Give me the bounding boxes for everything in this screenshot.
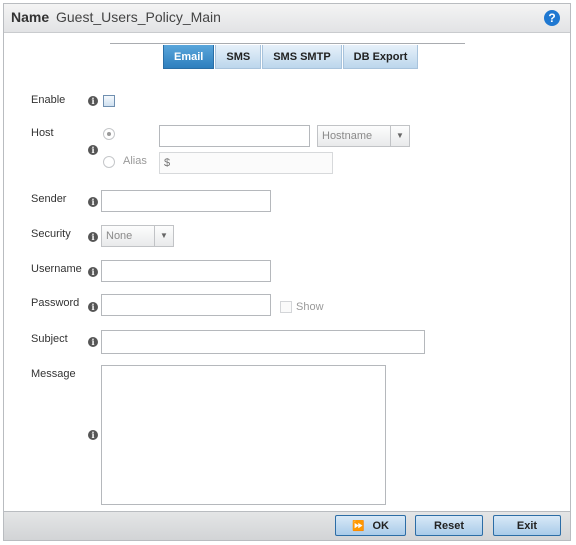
host-type-select[interactable]: Hostname ▼: [317, 125, 410, 147]
info-icon[interactable]: i: [88, 302, 98, 312]
info-icon[interactable]: i: [88, 337, 98, 347]
subject-input[interactable]: [101, 330, 425, 354]
password-label: Password: [31, 297, 80, 309]
tab-sms-smtp[interactable]: SMS SMTP: [262, 45, 342, 69]
ok-button-label: OK: [372, 520, 389, 532]
ok-button[interactable]: ⏩ OK: [335, 515, 406, 536]
alias-radio[interactable]: [103, 156, 115, 168]
subject-label: Subject: [31, 333, 68, 345]
host-type-selected: Hostname: [322, 130, 373, 142]
name-label: Name: [11, 9, 50, 25]
exit-button[interactable]: Exit: [493, 515, 561, 536]
info-icon[interactable]: i: [88, 96, 98, 106]
sender-input[interactable]: [101, 190, 271, 212]
alias-input[interactable]: [159, 152, 333, 174]
info-icon[interactable]: i: [88, 430, 98, 440]
info-icon[interactable]: i: [88, 232, 98, 242]
security-selected: None: [106, 230, 133, 242]
reset-button[interactable]: Reset: [415, 515, 483, 536]
policy-name-value: Guest_Users_Policy_Main: [56, 9, 221, 25]
show-password-label: Show: [296, 301, 324, 313]
host-label: Host: [31, 127, 54, 139]
host-input[interactable]: [159, 125, 310, 147]
chevron-down-icon: ▼: [154, 226, 173, 246]
alias-label: Alias: [123, 155, 147, 167]
panel-header: Name Guest_Users_Policy_Main ?: [4, 4, 570, 33]
info-icon[interactable]: i: [88, 267, 98, 277]
security-select[interactable]: None ▼: [101, 225, 174, 247]
sender-label: Sender: [31, 193, 67, 205]
reset-button-label: Reset: [434, 520, 464, 532]
chevron-down-icon: ▼: [390, 126, 409, 146]
help-icon[interactable]: ?: [544, 10, 560, 26]
enable-label: Enable: [31, 94, 66, 106]
button-bar: ⏩ OK Reset Exit: [4, 511, 570, 540]
message-textarea[interactable]: [101, 365, 386, 505]
tab-db-export[interactable]: DB Export: [342, 45, 419, 69]
password-input[interactable]: [101, 294, 271, 316]
tab-sms[interactable]: SMS: [215, 45, 262, 69]
host-radio[interactable]: [103, 128, 115, 140]
username-label: Username: [31, 263, 82, 275]
fast-forward-icon: ⏩: [352, 521, 365, 532]
exit-button-label: Exit: [516, 520, 538, 532]
username-input[interactable]: [101, 260, 271, 282]
tab-divider: [110, 43, 465, 44]
info-icon[interactable]: i: [88, 145, 98, 155]
tab-bar: Email SMS SMS SMTP DB Export: [163, 45, 419, 69]
email-notification-panel: Name Guest_Users_Policy_Main ? Email SMS…: [3, 3, 571, 541]
info-icon[interactable]: i: [88, 197, 98, 207]
security-label: Security: [31, 228, 71, 240]
show-password-checkbox[interactable]: [280, 301, 292, 313]
enable-checkbox[interactable]: [103, 95, 115, 107]
message-label: Message: [31, 368, 76, 380]
tab-email[interactable]: Email: [163, 45, 215, 69]
